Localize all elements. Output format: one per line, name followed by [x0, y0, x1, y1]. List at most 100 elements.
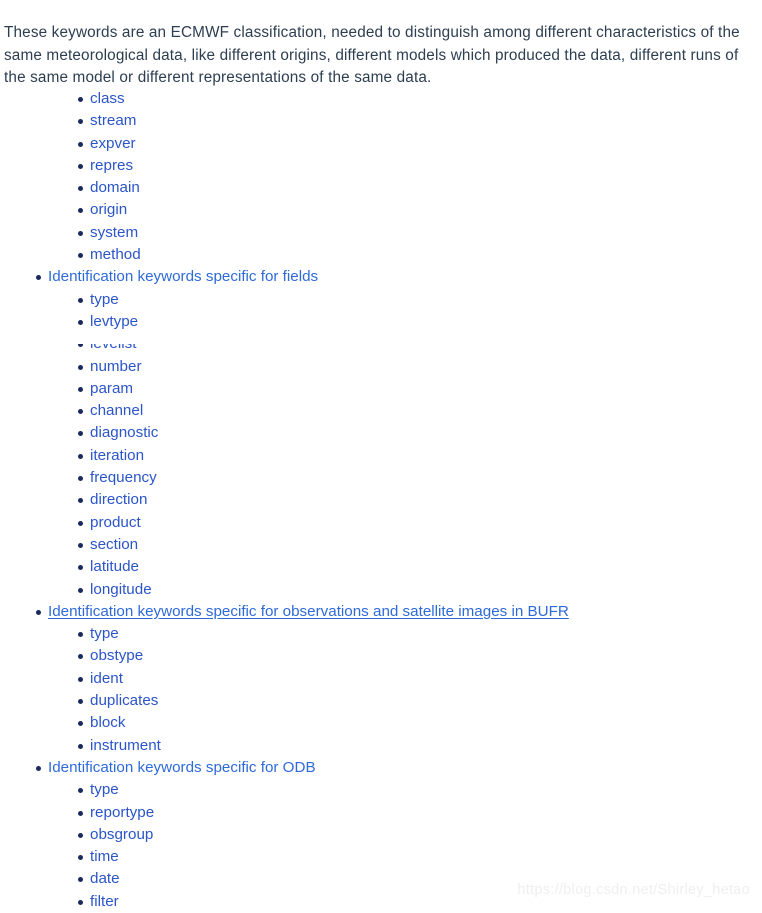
section-heading-item[interactable]: Identification keywords specific for fie…: [0, 266, 762, 288]
keyword-link[interactable]: param: [90, 378, 133, 400]
keyword-link[interactable]: levelist: [90, 344, 136, 350]
keyword-list-item[interactable]: time: [0, 846, 762, 868]
list-bullet-icon: [78, 364, 83, 370]
keyword-link[interactable]: number: [90, 356, 142, 378]
keyword-list-item[interactable]: channel: [0, 400, 762, 422]
keyword-list-item[interactable]: obstype: [0, 645, 762, 667]
keyword-link[interactable]: duplicates: [90, 690, 158, 712]
list-bullet-icon: [78, 409, 83, 415]
keyword-link[interactable]: repres: [90, 155, 133, 177]
keyword-link[interactable]: channel: [90, 400, 143, 422]
keyword-link[interactable]: product: [90, 512, 141, 534]
list-bullet-icon: [78, 141, 83, 147]
list-bullet-icon: [78, 97, 83, 102]
keyword-list-item[interactable]: type: [0, 779, 762, 801]
keyword-list-item[interactable]: domain: [0, 177, 762, 199]
keyword-list-item[interactable]: ident: [0, 668, 762, 690]
list-bullet-icon: [78, 319, 83, 325]
keyword-list-item[interactable]: method: [0, 244, 762, 266]
list-bullet-icon: [78, 520, 83, 526]
list-bullet-icon: [78, 788, 83, 794]
section-heading-link[interactable]: Identification keywords specific for obs…: [48, 601, 569, 623]
keyword-link[interactable]: diagnostic: [90, 422, 158, 444]
list-bullet-icon: [78, 877, 83, 883]
keyword-link[interactable]: system: [90, 222, 138, 244]
keyword-list-item[interactable]: type: [0, 623, 762, 645]
keyword-list-item[interactable]: direction: [0, 489, 762, 511]
section-heading-link[interactable]: Identification keywords specific for fie…: [48, 266, 318, 288]
leading-keyword-list: class stream expver repres domain origin syste…: [0, 88, 762, 266]
keyword-link[interactable]: levtype: [90, 311, 138, 333]
section-heading-item[interactable]: Identification keywords specific for obs…: [0, 601, 762, 623]
keyword-link[interactable]: date: [90, 868, 120, 890]
keyword-list-item[interactable]: levelist: [0, 333, 762, 355]
keyword-link[interactable]: longitude: [90, 579, 152, 601]
keyword-list-item[interactable]: type: [0, 289, 762, 311]
keyword-list-item[interactable]: diagnostic: [0, 422, 762, 444]
keyword-link[interactable]: type: [90, 779, 119, 801]
keyword-link[interactable]: expver: [90, 133, 136, 155]
keyword-link[interactable]: obstype: [90, 645, 143, 667]
keyword-list-item[interactable]: class: [0, 88, 762, 110]
section-sublist-wrapper: type obstype ident duplicates block instrumen…: [0, 623, 762, 757]
keyword-link[interactable]: method: [90, 244, 141, 266]
keyword-list-item[interactable]: product: [0, 512, 762, 534]
keyword-link[interactable]: reportype: [90, 802, 154, 824]
keyword-list-item[interactable]: system: [0, 222, 762, 244]
keyword-list-item[interactable]: repres: [0, 155, 762, 177]
keyword-list-item[interactable]: instrument: [0, 735, 762, 757]
keyword-link[interactable]: instrument: [90, 735, 161, 757]
keyword-link[interactable]: domain: [90, 177, 140, 199]
keyword-link[interactable]: frequency: [90, 467, 157, 489]
keyword-list-item[interactable]: latitude: [0, 556, 762, 578]
section-heading-item[interactable]: Identification keywords specific for ODB: [0, 757, 762, 779]
keyword-link[interactable]: obsgroup: [90, 824, 153, 846]
list-bullet-icon: [78, 476, 83, 482]
list-bullet-icon: [78, 163, 83, 169]
keyword-list-item[interactable]: obsgroup: [0, 824, 762, 846]
keyword-link[interactable]: section: [90, 534, 138, 556]
keyword-link[interactable]: origin: [90, 199, 127, 221]
list-bullet-icon: [78, 498, 83, 504]
list-bullet-icon: [78, 654, 83, 660]
keyword-list-item[interactable]: frequency: [0, 467, 762, 489]
keyword-list-item[interactable]: levtype: [0, 311, 762, 333]
keyword-list-item[interactable]: stream: [0, 110, 762, 132]
keyword-list-item[interactable]: param: [0, 378, 762, 400]
keyword-link[interactable]: type: [90, 623, 119, 645]
section-keyword-list: typelevtype levelist numberparamchanneldia…: [0, 289, 762, 601]
keyword-link[interactable]: latitude: [90, 556, 139, 578]
keyword-list-item[interactable]: duplicates: [0, 690, 762, 712]
keyword-list-item[interactable]: iteration: [0, 445, 762, 467]
keyword-list-item[interactable]: number: [0, 356, 762, 378]
clipped-row-window: levelist: [0, 344, 762, 350]
keyword-link[interactable]: class: [90, 88, 125, 110]
keyword-outline: class stream expver repres domain origin syste…: [0, 88, 762, 913]
list-bullet-icon: [78, 810, 83, 816]
keyword-link[interactable]: direction: [90, 489, 147, 511]
keyword-list-item[interactable]: section: [0, 534, 762, 556]
list-bullet-icon: [78, 344, 83, 348]
keyword-link[interactable]: type: [90, 289, 119, 311]
keyword-list-item[interactable]: expver: [0, 133, 762, 155]
list-bullet-icon: [78, 699, 83, 705]
keyword-link[interactable]: stream: [90, 110, 136, 132]
keyword-list-item[interactable]: block: [0, 712, 762, 734]
keyword-list-item[interactable]: origin: [0, 199, 762, 221]
keyword-link[interactable]: iteration: [90, 445, 144, 467]
keyword-list-item[interactable]: reportype: [0, 802, 762, 824]
keyword-link[interactable]: block: [90, 712, 125, 734]
keyword-link[interactable]: ident: [90, 668, 123, 690]
list-bullet-icon: [78, 119, 83, 125]
intro-paragraph: These keywords are an ECMWF classificati…: [4, 24, 740, 86]
list-bullet-icon: [78, 676, 83, 682]
list-bullet-icon: [36, 275, 41, 281]
section-heading-link[interactable]: Identification keywords specific for ODB: [48, 757, 316, 779]
keyword-list-item[interactable]: longitude: [0, 579, 762, 601]
section-sublist-wrapper: typelevtype levelist numberparamchanneldia…: [0, 289, 762, 601]
keyword-link[interactable]: time: [90, 846, 119, 868]
list-bullet-icon: [78, 632, 83, 638]
keyword-link[interactable]: filter: [90, 891, 119, 913]
list-bullet-icon: [78, 386, 83, 392]
section-keyword-list: type obstype ident duplicates block instrumen…: [0, 623, 762, 757]
